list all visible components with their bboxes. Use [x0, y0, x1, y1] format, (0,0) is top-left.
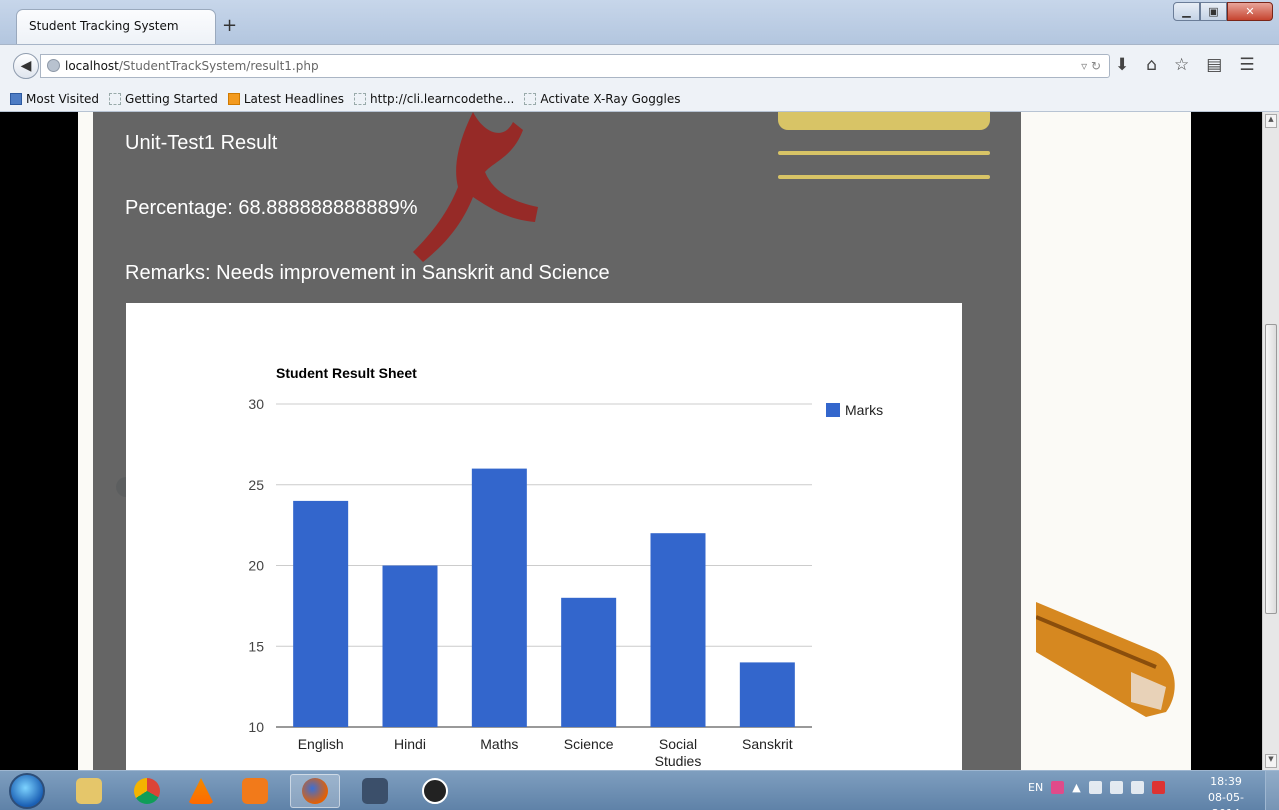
dropdown-arrow-icon[interactable]: ▿ [1081, 59, 1087, 73]
system-tray: EN ▲ [1028, 781, 1165, 794]
bookmark-most-visited[interactable]: Most Visited [10, 92, 99, 106]
keyboard-icon[interactable] [1051, 781, 1065, 794]
toolbar-icons: ⬇ ⌂ ☆ ▤ ☰ [1115, 55, 1255, 75]
menu-icon[interactable]: ☰ [1239, 55, 1254, 75]
computer-icon [362, 778, 388, 804]
reload-icon[interactable]: ↻ [1091, 59, 1101, 73]
chart-title: Student Result Sheet [276, 365, 417, 381]
bar-hindi [382, 565, 438, 727]
app-p-icon [422, 778, 448, 804]
new-tab-button[interactable]: + [222, 15, 237, 36]
x-tick-label: Science [564, 736, 614, 752]
bookmarks-list-icon[interactable]: ▤ [1206, 55, 1222, 75]
x-tick-label: Hindi [394, 736, 426, 752]
clock-time: 18:39 [1210, 775, 1242, 788]
page-icon [524, 92, 537, 105]
x-tick-label: English [298, 736, 344, 752]
bookmark-cli-learncode[interactable]: http://cli.learncodethe... [354, 92, 514, 106]
legend-swatch [826, 403, 840, 417]
y-tick-label: 25 [248, 477, 264, 493]
percentage-text: Percentage: 68.888888888889% [125, 197, 418, 219]
x-tick-label: Social [659, 736, 697, 752]
vlc-icon [188, 778, 214, 804]
language-indicator[interactable]: EN [1028, 781, 1043, 794]
bar-maths [471, 468, 527, 727]
page-icon [109, 92, 122, 105]
back-button[interactable]: ◀ [13, 53, 39, 79]
bookmark-xray-goggles[interactable]: Activate X-Ray Goggles [524, 92, 680, 106]
close-button[interactable]: ✕ [1227, 2, 1273, 21]
bar-sanskrit [739, 662, 795, 727]
bookmark-latest-headlines[interactable]: Latest Headlines [227, 92, 344, 106]
page-viewport: Unit-Test1 Result Percentage: 68.8888888… [0, 112, 1262, 770]
bar-science [561, 597, 617, 727]
bookmark-star-icon[interactable]: ☆ [1174, 55, 1189, 75]
url-actions: ▿ ↻ [1081, 59, 1101, 73]
content-panel: Unit-Test1 Result Percentage: 68.8888888… [93, 112, 1021, 770]
bar-chart: Student Result Sheet 10 15 20 25 30 English Hin… [248, 365, 883, 769]
x-tick-label: Sanskrit [742, 736, 793, 752]
taskbar-folder[interactable] [64, 774, 114, 808]
media-player-icon [242, 778, 268, 804]
vertical-scrollbar[interactable]: ▲ ▼ [1262, 112, 1279, 770]
taskbar-app-p[interactable] [410, 774, 460, 808]
action-center-icon[interactable] [1151, 781, 1165, 794]
page-title: Unit-Test1 Result [125, 132, 278, 154]
bookmark-getting-started[interactable]: Getting Started [109, 92, 218, 106]
rss-icon [227, 92, 240, 105]
gold-divider [778, 175, 990, 179]
most-visited-icon [10, 92, 22, 105]
show-desktop-button[interactable] [1265, 771, 1279, 810]
start-button[interactable] [9, 773, 45, 809]
gold-divider [778, 151, 990, 155]
remarks-text: Remarks: Needs improvement in Sanskrit a… [125, 262, 610, 284]
globe-icon [47, 59, 60, 72]
y-tick-label: 30 [248, 396, 264, 412]
taskbar-firefox[interactable] [290, 774, 340, 808]
x-tick-label: Maths [480, 736, 518, 752]
window-controls: ▁ ▣ ✕ [1173, 2, 1273, 21]
page-icon [354, 92, 367, 105]
x-tick-label: Studies [655, 753, 702, 769]
browser-titlebar: Student Tracking System + ▁ ▣ ✕ [0, 0, 1279, 44]
scroll-thumb[interactable] [1265, 324, 1277, 614]
firefox-icon [302, 778, 328, 804]
clock[interactable]: 18:39 08-05-2014 [1196, 774, 1256, 810]
legend-label: Marks [845, 402, 883, 418]
chart-container: Student Result Sheet 10 15 20 25 30 English Hin… [126, 303, 962, 770]
gold-tab-shape [778, 112, 990, 130]
url-bar[interactable]: localhost/StudentTrackSystem/result1.php… [40, 54, 1110, 78]
scroll-up-button[interactable]: ▲ [1265, 114, 1277, 128]
chrome-icon [134, 778, 160, 804]
taskbar: EN ▲ 18:39 08-05-2014 [0, 770, 1279, 810]
tray-expand-icon[interactable]: ▲ [1072, 781, 1080, 794]
y-tick-label: 10 [248, 719, 264, 735]
bar-english [293, 500, 349, 727]
maximize-button[interactable]: ▣ [1200, 2, 1227, 21]
taskbar-chrome[interactable] [122, 774, 172, 808]
y-tick-label: 20 [248, 558, 264, 574]
bookmarks-bar: Most Visited Getting Started Latest Head… [0, 86, 1279, 112]
taskbar-computer[interactable] [350, 774, 400, 808]
navigation-bar: ◀ localhost/StudentTrackSystem/result1.p… [0, 44, 1279, 86]
taskbar-media-player[interactable] [230, 774, 280, 808]
bar-social-studies [650, 533, 706, 727]
folder-icon [76, 778, 102, 804]
minimize-button[interactable]: ▁ [1173, 2, 1200, 21]
tab-title: Student Tracking System [29, 19, 179, 33]
download-icon[interactable]: ⬇ [1115, 55, 1129, 75]
y-tick-label: 15 [248, 638, 264, 654]
home-icon[interactable]: ⌂ [1146, 55, 1157, 75]
pencil-illustration [1036, 602, 1175, 717]
taskbar-vlc[interactable] [176, 774, 226, 808]
clock-date: 08-05-2014 [1208, 791, 1244, 810]
network-icon[interactable] [1109, 781, 1123, 794]
bluetooth-icon[interactable] [1088, 781, 1102, 794]
browser-tab[interactable]: Student Tracking System [16, 9, 216, 44]
runner-illustration [413, 112, 538, 262]
url-text[interactable]: localhost/StudentTrackSystem/result1.php [65, 59, 319, 73]
scroll-down-button[interactable]: ▼ [1265, 754, 1277, 768]
volume-icon[interactable] [1130, 781, 1144, 794]
